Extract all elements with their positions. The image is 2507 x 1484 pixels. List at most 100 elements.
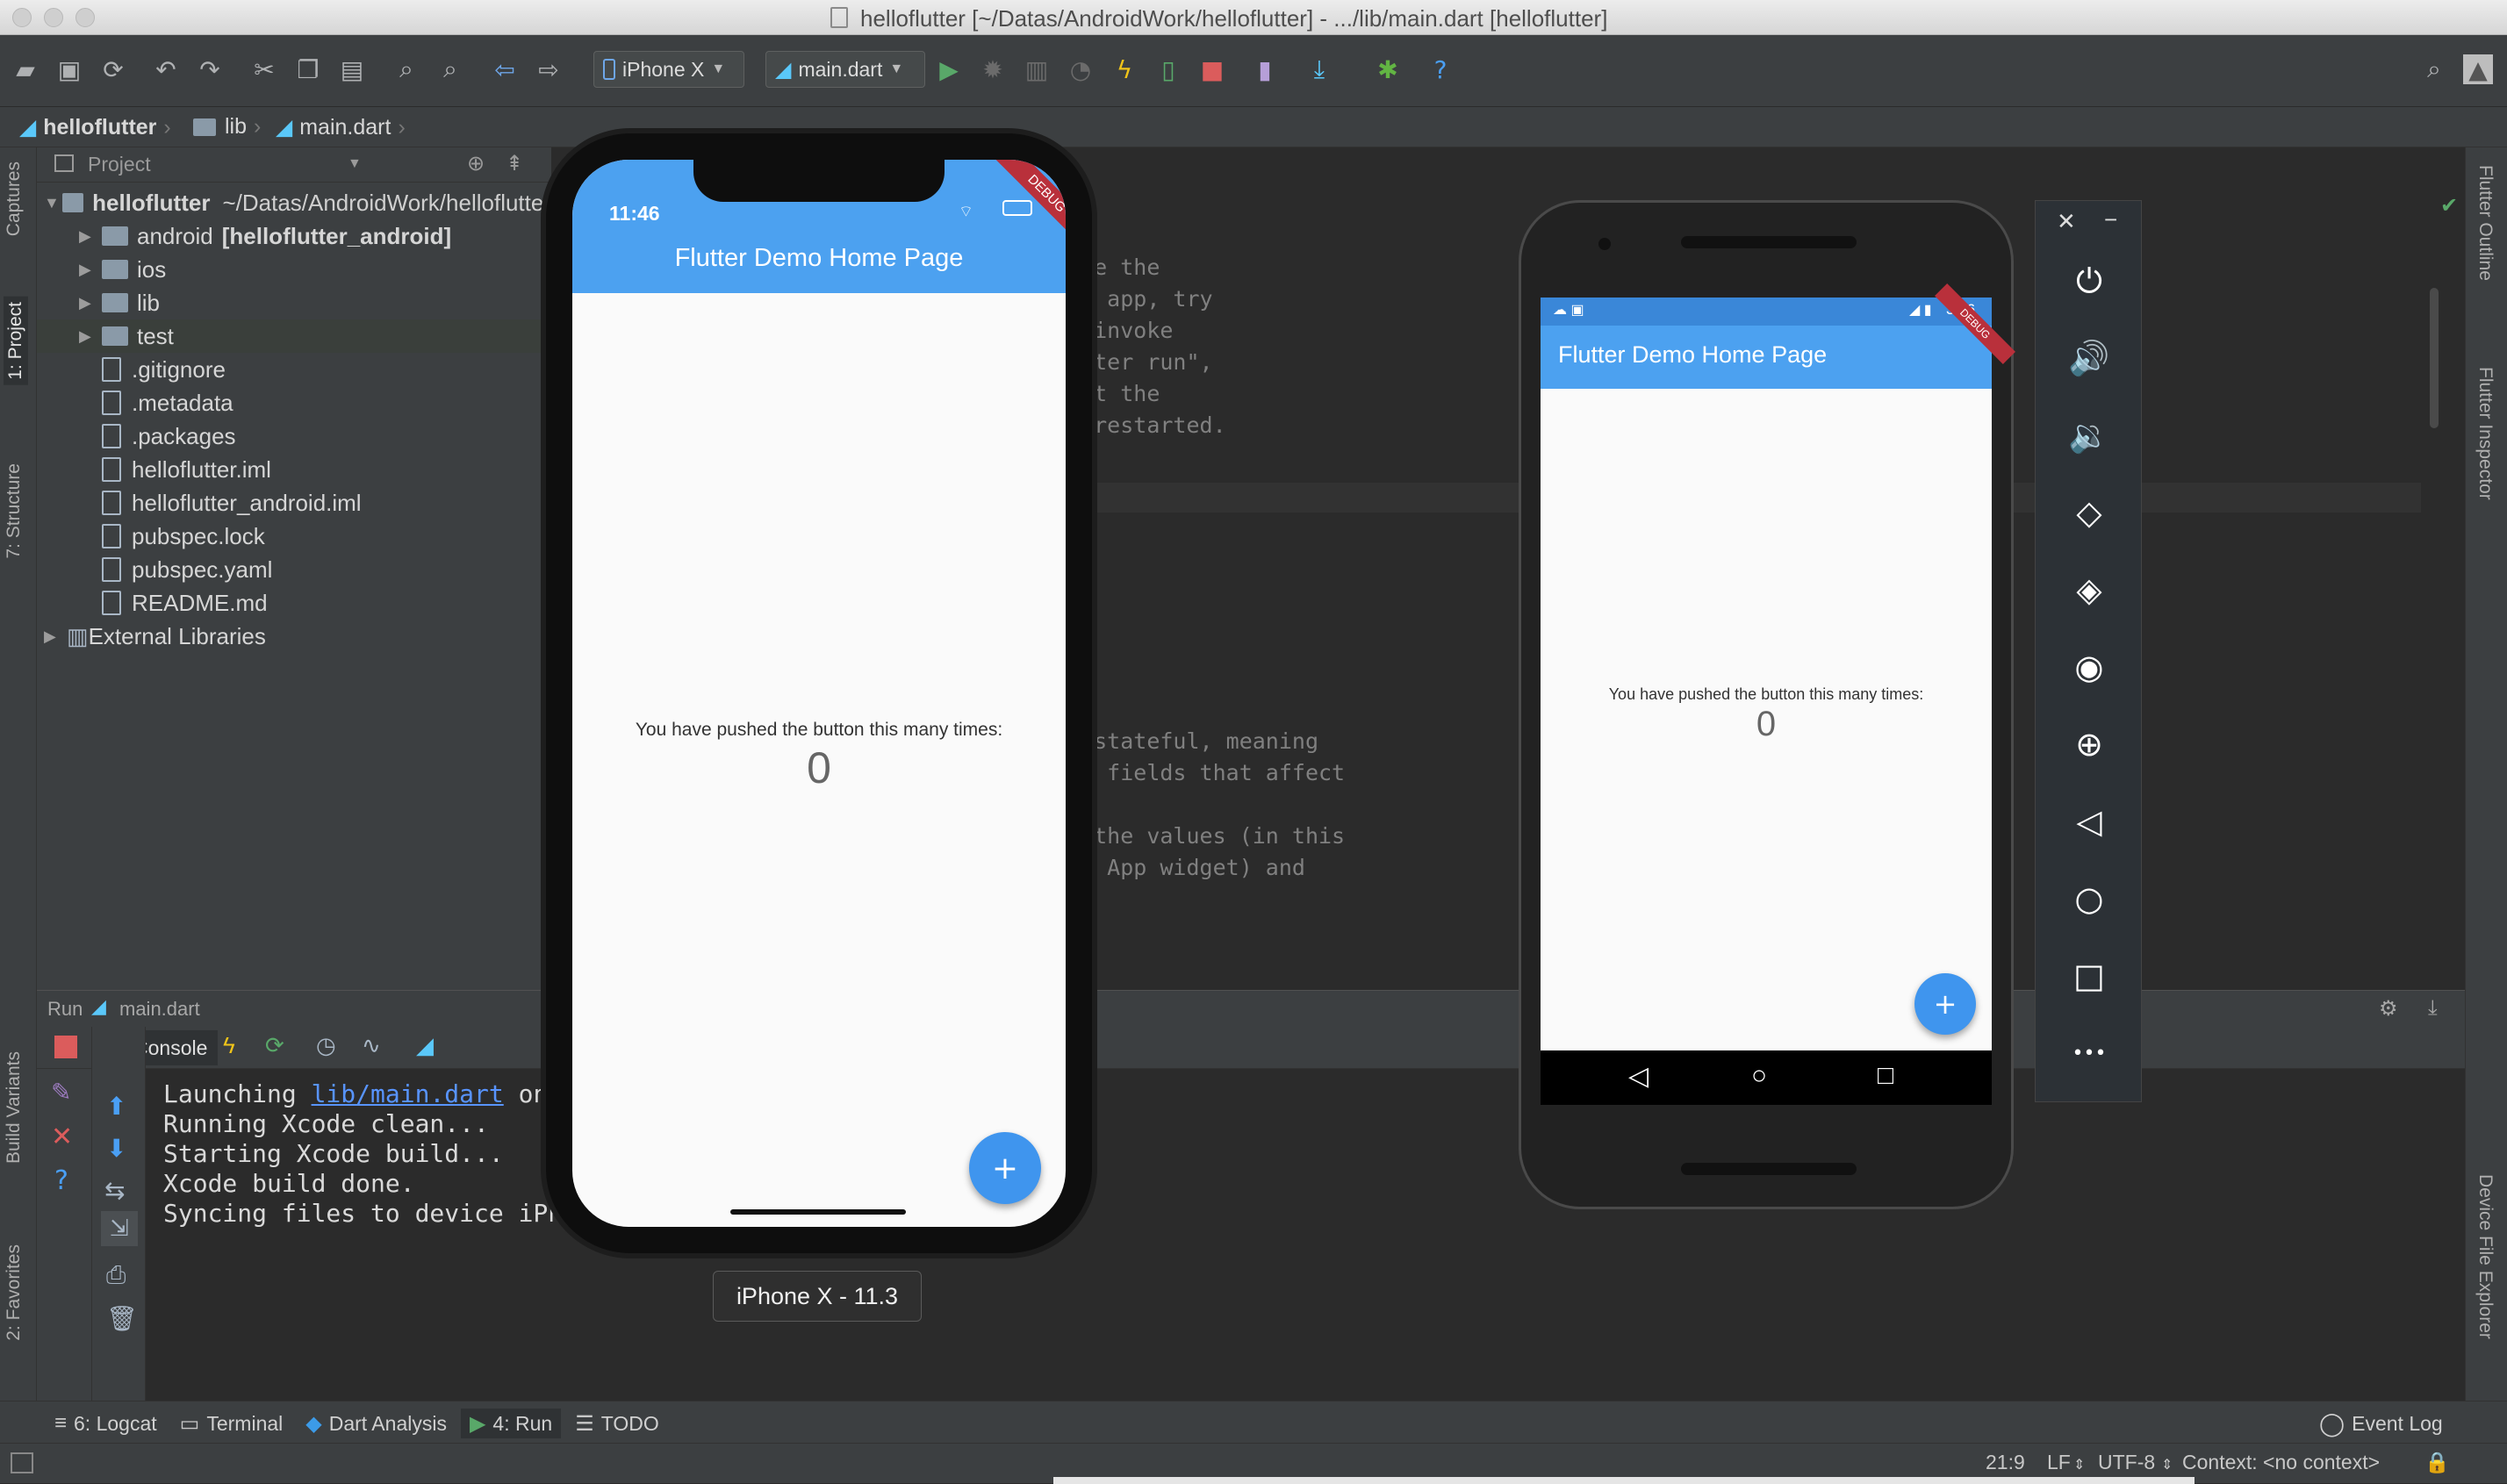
tree-item[interactable]: helloflutter_android.iml <box>37 486 551 520</box>
tree-item[interactable]: README.md <box>37 586 551 620</box>
sync-icon[interactable]: ⟳ <box>98 54 128 84</box>
soft-wrap-icon[interactable]: ⇆ <box>104 1176 125 1205</box>
help-icon[interactable]: ? <box>54 1165 68 1196</box>
tab-structure[interactable]: 7: Structure <box>4 463 25 559</box>
bottom-tab[interactable]: ◆ Dart Analysis <box>297 1409 456 1438</box>
device-selector[interactable]: iPhone X ▼ <box>593 51 744 88</box>
line-separator[interactable]: LF <box>2047 1451 2071 1474</box>
tree-item[interactable]: .gitignore <box>37 353 551 386</box>
minimize-window-button[interactable] <box>44 8 63 27</box>
sdk-download-icon[interactable]: ⤓ <box>1304 54 1334 84</box>
tree-item[interactable]: .packages <box>37 419 551 453</box>
home-indicator[interactable] <box>730 1209 906 1215</box>
cut-icon[interactable]: ✂ <box>249 54 279 84</box>
back-nav-icon[interactable]: ⇦ <box>490 54 520 84</box>
file-encoding[interactable]: UTF-8 <box>2098 1451 2155 1474</box>
collapsed-arrow-icon[interactable]: ▶ <box>44 627 67 646</box>
home-icon[interactable]: ○ <box>1751 1061 1767 1091</box>
bottom-tab[interactable]: ≡ 6: Logcat <box>46 1409 166 1438</box>
scroll-to-end-icon[interactable]: ⇲ <box>101 1211 138 1246</box>
caret-position[interactable]: 21:9 <box>1986 1451 2025 1474</box>
hot-restart-icon[interactable]: ⟳ <box>265 1032 284 1059</box>
timer-icon[interactable]: ◷ <box>316 1032 336 1059</box>
hot-reload-icon[interactable]: ϟ <box>223 1032 235 1059</box>
paste-icon[interactable]: ▤ <box>337 54 367 84</box>
hot-reload-icon[interactable]: ϟ <box>1110 54 1139 84</box>
tree-item[interactable]: ▶ test <box>37 319 551 353</box>
close-icon[interactable]: ✕ <box>2057 208 2076 235</box>
pin-icon[interactable]: ✎ <box>51 1078 71 1107</box>
tree-item[interactable]: ▶ ios <box>37 253 551 286</box>
lock-icon[interactable]: 🔒 <box>2424 1451 2450 1474</box>
flutter-icon[interactable]: ◢ <box>416 1032 434 1059</box>
copy-icon[interactable]: ❐ <box>293 54 323 84</box>
more-button[interactable]: ••• <box>2036 1028 2143 1079</box>
replace-icon[interactable]: ⌕ <box>435 54 465 84</box>
collapsed-arrow-icon[interactable]: ▶ <box>79 327 102 346</box>
tab-flutter-outline[interactable]: Flutter Outline <box>2475 165 2496 281</box>
tab-favorites[interactable]: 2: Favorites <box>4 1244 25 1341</box>
hide-panel-icon[interactable]: ⤓ <box>2428 996 2438 1021</box>
volume-down-button[interactable]: 🔉 <box>2036 410 2143 461</box>
tab-project[interactable]: 1: Project <box>4 297 28 385</box>
android-fab-increment[interactable]: + <box>1914 973 1976 1035</box>
iphone-screen[interactable]: 11:46 ⌔ Flutter Demo Home Page DEBUG You… <box>572 160 1066 1227</box>
forward-nav-icon[interactable]: ⇨ <box>534 54 564 84</box>
zoom-button[interactable]: ⊕ <box>2036 719 2143 770</box>
performance-icon[interactable]: ∿ <box>362 1032 381 1059</box>
iphone-fab-increment[interactable]: + <box>969 1132 1041 1204</box>
android-icon[interactable]: ✱ <box>1373 54 1403 84</box>
collapsed-arrow-icon[interactable]: ▶ <box>79 294 102 312</box>
rotate-left-button[interactable]: ◇ <box>2036 487 2143 538</box>
event-log-tab[interactable]: ◯ Event Log <box>2310 1409 2452 1438</box>
bottom-tab[interactable]: ☰ TODO <box>566 1409 668 1438</box>
gear-icon[interactable]: ⚙ <box>2379 996 2398 1022</box>
tree-item[interactable]: pubspec.yaml <box>37 553 551 586</box>
run-icon[interactable]: ▶ <box>934 54 964 84</box>
tree-root[interactable]: ▼ helloflutter ~/Datas/AndroidWork/hello… <box>37 186 551 219</box>
redo-icon[interactable]: ↷ <box>195 54 225 84</box>
up-arrow-icon[interactable]: ⬆ <box>106 1092 126 1121</box>
hot-restart-icon[interactable]: ▯ <box>1153 54 1183 84</box>
tab-build-variants[interactable]: Build Variants <box>4 1051 25 1164</box>
android-screen[interactable]: ☁ ▣ ◢ ▮ 3:46 Flutter Demo Home Page DEBU… <box>1541 283 2015 1105</box>
collapsed-arrow-icon[interactable]: ▶ <box>79 227 102 246</box>
close-icon[interactable]: ✕ <box>51 1122 73 1152</box>
down-arrow-icon[interactable]: ⬇ <box>106 1134 126 1163</box>
tab-captures[interactable]: Captures <box>4 161 25 236</box>
close-window-button[interactable] <box>12 8 32 27</box>
editor-scrollbar[interactable] <box>2430 288 2439 428</box>
find-icon[interactable]: ⌕ <box>391 54 421 84</box>
debug-icon[interactable]: ✹ <box>978 54 1008 84</box>
collapse-icon[interactable]: ⇞ <box>506 151 523 176</box>
search-everywhere-icon[interactable]: ⌕ <box>2419 54 2449 84</box>
back-button[interactable]: ◁ <box>2036 796 2143 847</box>
layout-icon[interactable] <box>11 1452 33 1473</box>
account-icon[interactable]: ▲ <box>2463 54 2493 84</box>
help-icon[interactable]: ? <box>1426 54 1455 84</box>
power-button[interactable]: ⏻ <box>2036 255 2143 306</box>
bottom-tab[interactable]: ▶ 4: Run <box>460 1409 562 1438</box>
tree-item[interactable]: .metadata <box>37 386 551 419</box>
device-manager-icon[interactable]: ▮ <box>1250 54 1280 84</box>
console-output[interactable]: Launching lib/main.dart on iPhone X in d… <box>146 1069 2465 1401</box>
chevron-down-icon[interactable]: ▼ <box>348 156 362 172</box>
tree-item[interactable]: ▶ android [helloflutter_android] <box>37 219 551 253</box>
tree-item[interactable]: pubspec.lock <box>37 520 551 553</box>
project-view-selector[interactable]: Project <box>88 153 151 176</box>
console-file-link[interactable]: lib/main.dart <box>312 1079 504 1108</box>
minimize-icon[interactable]: − <box>2104 206 2117 233</box>
rotate-right-button[interactable]: ◈ <box>2036 564 2143 615</box>
tree-item[interactable]: helloflutter.iml <box>37 453 551 486</box>
locate-icon[interactable]: ⊕ <box>467 151 485 176</box>
trash-icon[interactable]: 🗑 <box>106 1304 138 1333</box>
tab-flutter-inspector[interactable]: Flutter Inspector <box>2475 367 2496 500</box>
volume-up-button[interactable]: 🔊 <box>2036 333 2143 384</box>
save-icon[interactable]: ▣ <box>54 54 84 84</box>
overview-button[interactable]: □ <box>2036 950 2143 1001</box>
breadcrumb-project[interactable]: ◢ helloflutter › <box>19 114 171 140</box>
tab-device-file-explorer[interactable]: Device File Explorer <box>2475 1174 2496 1339</box>
collapsed-arrow-icon[interactable]: ▶ <box>79 261 102 279</box>
coverage-icon[interactable]: ▥ <box>1022 54 1052 84</box>
bottom-tab[interactable]: ▭ Terminal <box>171 1409 292 1438</box>
